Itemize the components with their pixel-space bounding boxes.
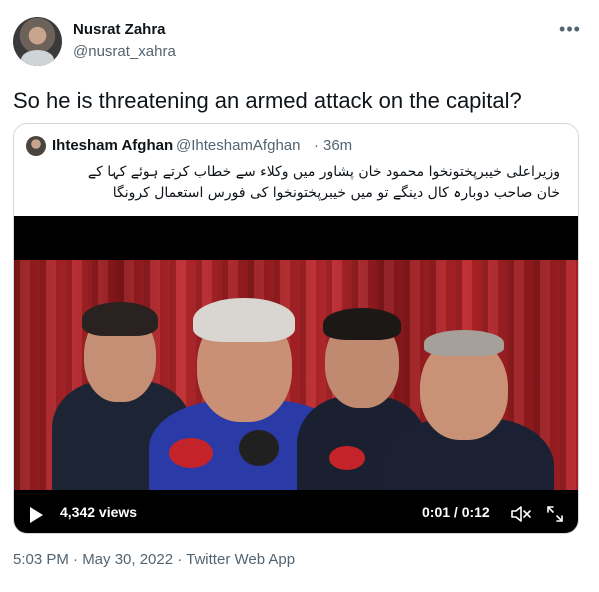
quoted-author-avatar[interactable] bbox=[26, 136, 46, 156]
quoted-tweet-text: وزیراعلی خیبرپختونخوا محمود خان پشاور می… bbox=[34, 162, 560, 204]
tweet-card: Nusrat Zahra @nusrat_xahra ••• So he is … bbox=[0, 0, 599, 592]
video-player[interactable]: 4,342 views 0:01 / 0:12 bbox=[14, 216, 578, 533]
quoted-author-handle[interactable]: @IhteshamAfghan bbox=[176, 137, 300, 154]
tweet-text: So he is threatening an armed attack on … bbox=[13, 88, 522, 113]
tweet-timestamp[interactable]: 5:03 PM · May 30, 2022 · Twitter Web App bbox=[13, 551, 295, 568]
quoted-text-line-2: خان صاحب دوبارہ کال دینگے تو میں خیبرپخت… bbox=[112, 185, 560, 201]
quoted-time-ago[interactable]: 36m bbox=[323, 137, 352, 154]
more-options-icon[interactable]: ••• bbox=[558, 20, 582, 42]
quoted-tweet[interactable]: Ihtesham Afghan @IhteshamAfghan · 36m وز… bbox=[13, 123, 579, 534]
quoted-separator: · bbox=[314, 137, 319, 154]
mute-icon[interactable] bbox=[510, 504, 532, 524]
fullscreen-icon[interactable] bbox=[545, 504, 565, 524]
quoted-author-display-name[interactable]: Ihtesham Afghan bbox=[52, 137, 173, 154]
video-views: 4,342 views bbox=[60, 504, 138, 520]
quoted-text-line-1: وزیراعلی خیبرپختونخوا محمود خان پشاور می… bbox=[87, 164, 560, 180]
video-frame[interactable] bbox=[14, 260, 578, 490]
author-avatar[interactable] bbox=[13, 17, 62, 66]
author-handle[interactable]: @nusrat_xahra bbox=[73, 43, 176, 60]
author-display-name[interactable]: Nusrat Zahra bbox=[73, 21, 166, 38]
video-time-readout: 0:01 / 0:12 bbox=[422, 504, 490, 520]
play-icon[interactable] bbox=[30, 507, 43, 523]
